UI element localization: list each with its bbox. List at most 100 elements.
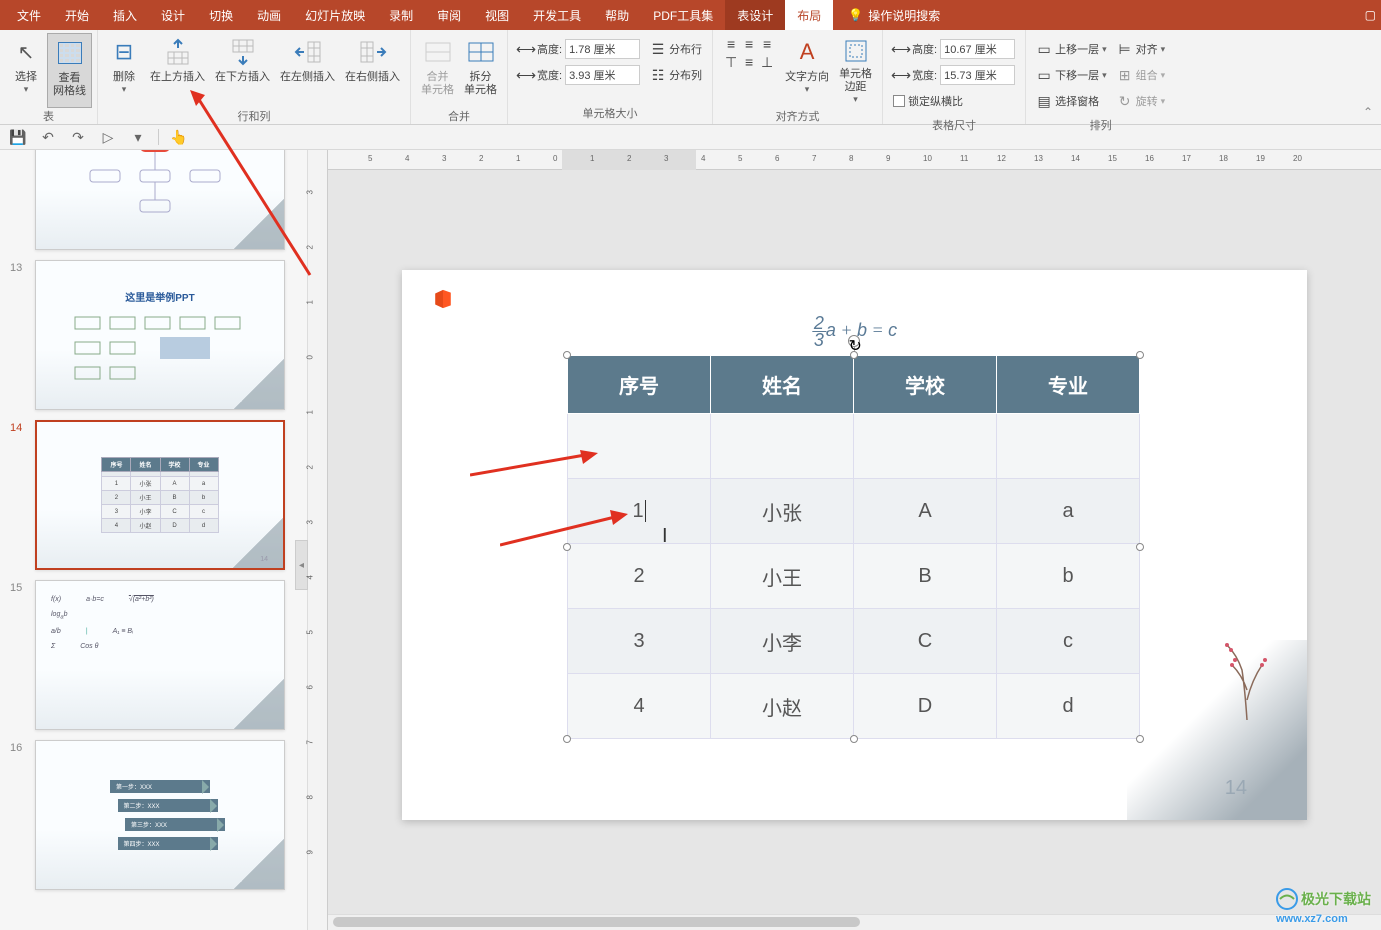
collapse-ribbon-button[interactable]: ⌃ — [1363, 105, 1373, 119]
table-cell[interactable]: c — [997, 609, 1140, 674]
tab-insert[interactable]: 插入 — [101, 0, 149, 30]
table-cell[interactable]: a — [997, 479, 1140, 544]
delete-button[interactable]: 删除 ▾ — [103, 33, 145, 108]
resize-handle-s[interactable] — [850, 735, 858, 743]
present-icon[interactable]: ▢ — [1365, 8, 1376, 22]
tab-developer[interactable]: 开发工具 — [521, 0, 593, 30]
table-header[interactable]: 学校 — [854, 356, 997, 414]
table-cell[interactable]: C — [854, 609, 997, 674]
insert-below-button[interactable]: 在下方插入 — [210, 33, 275, 108]
resize-handle-w[interactable] — [563, 543, 571, 551]
table-cell[interactable] — [854, 414, 997, 479]
tab-record[interactable]: 录制 — [377, 0, 425, 30]
align-right-icon[interactable]: ≡ — [759, 36, 775, 52]
select-button[interactable]: 选择 ▾ — [5, 33, 47, 108]
align-center-icon[interactable]: ≡ — [741, 36, 757, 52]
table-cell[interactable] — [997, 414, 1140, 479]
split-cells-button[interactable]: 拆分 单元格 — [459, 33, 502, 108]
save-button[interactable]: 💾 — [8, 127, 28, 147]
resize-handle-e[interactable] — [1136, 543, 1144, 551]
touch-mode-button[interactable]: 👆 — [169, 127, 189, 147]
tab-home[interactable]: 开始 — [53, 0, 101, 30]
redo-button[interactable]: ↷ — [68, 127, 88, 147]
table-cell[interactable] — [711, 414, 854, 479]
table-cell[interactable]: 小李 — [711, 609, 854, 674]
table-cell[interactable]: 4 — [568, 674, 711, 739]
insert-right-button[interactable]: 在右侧插入 — [340, 33, 405, 108]
col-width-input[interactable]: 3.93 厘米 — [565, 65, 640, 85]
slide-thumbnail[interactable]: 这里是举例PPT — [35, 260, 285, 410]
table-cell[interactable]: 小王 — [711, 544, 854, 609]
view-gridlines-button[interactable]: 查看 网格线 — [47, 33, 92, 108]
ruler-vertical[interactable]: 3210123456789 — [308, 150, 328, 930]
align-left-icon[interactable]: ≡ — [723, 36, 739, 52]
table-header[interactable]: 序号 — [568, 356, 711, 414]
tab-view[interactable]: 视图 — [473, 0, 521, 30]
start-slideshow-button[interactable]: ▷ — [98, 127, 118, 147]
tab-help[interactable]: 帮助 — [593, 0, 641, 30]
table-cell[interactable]: B — [854, 544, 997, 609]
send-backward-button[interactable]: ▭下移一层▾ — [1036, 64, 1107, 86]
table-cell[interactable]: 小张 — [711, 479, 854, 544]
text-direction-button[interactable]: A 文字方向 ▾ — [780, 33, 834, 108]
table-cell[interactable]: A — [854, 479, 997, 544]
bring-forward-button[interactable]: ▭上移一层▾ — [1036, 38, 1107, 60]
table-width-input[interactable]: 15.73 厘米 — [940, 65, 1015, 85]
slide-thumbnail[interactable] — [35, 150, 285, 250]
align-button[interactable]: ⊨对齐▾ — [1117, 38, 1166, 60]
scrollbar-thumb[interactable] — [333, 917, 860, 927]
rotate-handle[interactable]: ↻ — [848, 335, 860, 347]
tab-pdftools[interactable]: PDF工具集 — [641, 0, 725, 30]
align-top-icon[interactable]: ⊤ — [723, 54, 739, 70]
merge-cells-button[interactable]: 合并 单元格 — [416, 33, 459, 108]
group-button[interactable]: ⊞组合▾ — [1117, 64, 1166, 86]
align-bottom-icon[interactable]: ⊥ — [759, 54, 775, 70]
resize-handle-n[interactable] — [850, 351, 858, 359]
slide-thumbnail-active[interactable]: 序号姓名学校专业 1小张Aa 2小王Bb 3小李Cc 4小赵Dd 14 — [35, 420, 285, 570]
slide-canvas[interactable]: 14 23a + b = c ↻ 序号姓名学校专业1小张Aa2小王Bb3小李Cc… — [402, 270, 1307, 820]
distribute-cols-button[interactable]: ☷ 分布列 — [650, 64, 702, 86]
table-header[interactable]: 姓名 — [711, 356, 854, 414]
resize-handle-ne[interactable] — [1136, 351, 1144, 359]
align-middle-icon[interactable]: ≡ — [741, 54, 757, 70]
insert-above-button[interactable]: 在上方插入 — [145, 33, 210, 108]
table-cell[interactable] — [568, 414, 711, 479]
canvas-area[interactable]: 14 23a + b = c ↻ 序号姓名学校专业1小张Aa2小王Bb3小李Cc… — [328, 170, 1381, 930]
tab-layout[interactable]: 布局 — [785, 0, 833, 30]
qat-more-button[interactable]: ▾ — [128, 127, 148, 147]
tab-design[interactable]: 设计 — [149, 0, 197, 30]
lock-aspect-checkbox[interactable]: 锁定纵横比 — [893, 90, 1015, 112]
selection-pane-button[interactable]: ▤选择窗格 — [1036, 90, 1107, 112]
resize-handle-sw[interactable] — [563, 735, 571, 743]
tab-table-design[interactable]: 表设计 — [725, 0, 785, 30]
slide-thumbnail[interactable]: 第一步：XXX 第二步：XXX 第三步：XXX 第四步：XXX — [35, 740, 285, 890]
rotate-button[interactable]: ↻旋转▾ — [1117, 90, 1166, 112]
insert-left-button[interactable]: 在左侧插入 — [275, 33, 340, 108]
table-cell[interactable]: D — [854, 674, 997, 739]
slide-thumbnail[interactable]: f(x)a·b=c√(a²+b²) logab a/b|A₁ ≡ Bᵢ ΣCos… — [35, 580, 285, 730]
tab-review[interactable]: 审阅 — [425, 0, 473, 30]
undo-button[interactable]: ↶ — [38, 127, 58, 147]
table-cell[interactable]: 2 — [568, 544, 711, 609]
tab-transitions[interactable]: 切换 — [197, 0, 245, 30]
tab-animations[interactable]: 动画 — [245, 0, 293, 30]
main-table-selection[interactable]: ↻ 序号姓名学校专业1小张Aa2小王Bb3小李Cc4小赵Dd I — [567, 355, 1140, 739]
collapse-panel-button[interactable]: ◂ — [295, 540, 308, 590]
tab-file[interactable]: 文件 — [5, 0, 53, 30]
table-header[interactable]: 专业 — [997, 356, 1140, 414]
tab-slideshow[interactable]: 幻灯片放映 — [293, 0, 377, 30]
table-height-input[interactable]: 10.67 厘米 — [940, 39, 1015, 59]
slide-panel[interactable]: 13 这里是举例PPT 14 序号姓名学校专业 1小张Aa 2小王Bb — [0, 150, 308, 930]
horizontal-scrollbar[interactable] — [328, 914, 1381, 930]
resize-handle-nw[interactable] — [563, 351, 571, 359]
tell-me-search[interactable]: 💡 操作说明搜索 — [848, 7, 940, 24]
distribute-rows-button[interactable]: ☰ 分布行 — [650, 38, 702, 60]
table-cell[interactable]: 1 — [568, 479, 711, 544]
main-table[interactable]: 序号姓名学校专业 1小张Aa 2小王Bb 3小李Cc 4小赵Dd — [567, 355, 1140, 739]
table-cell[interactable]: d — [997, 674, 1140, 739]
table-cell[interactable]: b — [997, 544, 1140, 609]
resize-handle-se[interactable] — [1136, 735, 1144, 743]
table-cell[interactable]: 3 — [568, 609, 711, 674]
table-cell[interactable]: 小赵 — [711, 674, 854, 739]
row-height-input[interactable]: 1.78 厘米 — [565, 39, 640, 59]
